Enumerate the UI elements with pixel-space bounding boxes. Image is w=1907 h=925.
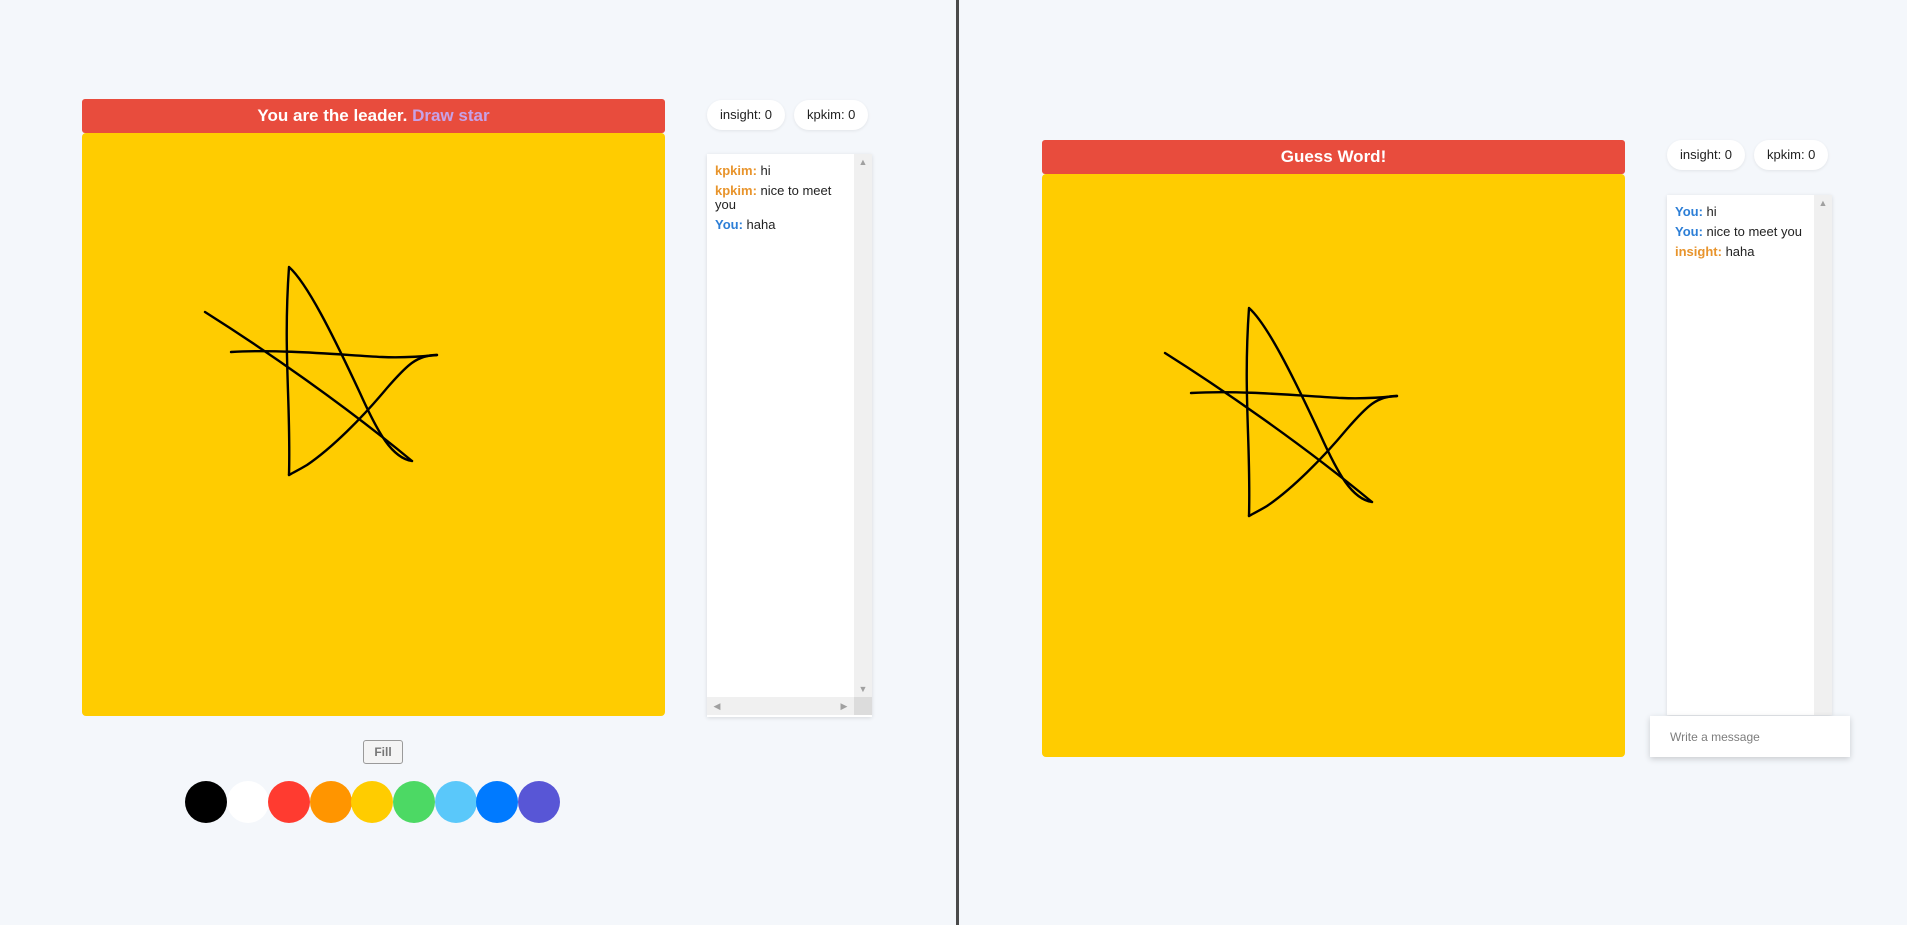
chat-messages: You: hi You: nice to meet you insight: h… <box>1667 195 1813 715</box>
leader-banner: You are the leader. Draw star <box>82 99 665 133</box>
star-drawing <box>203 265 439 477</box>
chat-author: You: <box>715 217 743 232</box>
color-swatch[interactable] <box>393 781 435 823</box>
chat-panel[interactable]: kpkim: hi kpkim: nice to meet you You: h… <box>707 154 872 717</box>
guess-banner: Guess Word! <box>1042 140 1625 174</box>
scroll-down-icon[interactable]: ▼ <box>854 681 872 697</box>
chat-vertical-scrollbar[interactable]: ▲ <box>1814 195 1832 715</box>
fill-button[interactable]: Fill <box>363 740 403 764</box>
chat-text: nice to meet you <box>1706 224 1802 239</box>
chat-text: haha <box>746 217 776 232</box>
chat-message: You: haha <box>715 218 845 232</box>
chat-panel[interactable]: You: hi You: nice to meet you insight: h… <box>1667 195 1832 715</box>
scroll-up-icon[interactable]: ▲ <box>1814 195 1832 211</box>
color-swatch[interactable] <box>517 781 560 823</box>
color-swatch[interactable] <box>185 781 227 823</box>
scroll-right-icon[interactable]: ▶ <box>836 697 852 715</box>
score-kpkim: kpkim: 0 <box>1754 140 1829 170</box>
chat-text: hi <box>760 163 771 178</box>
leader-banner-text: You are the leader. <box>257 106 408 125</box>
chat-author: insight: <box>1675 244 1722 259</box>
message-input[interactable] <box>1650 716 1850 757</box>
chat-message: kpkim: hi <box>715 164 845 178</box>
color-swatch[interactable] <box>351 781 394 823</box>
chat-message: kpkim: nice to meet you <box>715 184 845 212</box>
stroke-3 <box>1189 391 1399 400</box>
stroke-2 <box>203 310 414 463</box>
stroke-1 <box>1245 306 1374 518</box>
chat-message: You: hi <box>1675 205 1805 219</box>
scroll-up-icon[interactable]: ▲ <box>854 154 872 170</box>
color-swatch[interactable] <box>434 781 477 823</box>
leader-word: Draw star <box>412 106 490 125</box>
chat-message: You: nice to meet you <box>1675 225 1805 239</box>
chat-horizontal-scrollbar[interactable]: ◀ ▶ <box>707 697 854 715</box>
stroke-3 <box>229 350 439 359</box>
star-drawing <box>1163 306 1399 518</box>
score-insight: insight: 0 <box>707 100 786 130</box>
score-insight: insight: 0 <box>1667 140 1746 170</box>
color-swatch[interactable] <box>476 781 519 823</box>
stroke-4 <box>287 353 439 477</box>
color-swatch[interactable] <box>226 781 269 823</box>
stroke-2 <box>1163 351 1374 504</box>
chat-message: insight: haha <box>1675 245 1805 259</box>
score-kpkim: kpkim: 0 <box>794 100 869 130</box>
chat-author: kpkim: <box>715 183 757 198</box>
chat-text: haha <box>1725 244 1755 259</box>
color-swatch[interactable] <box>268 781 311 823</box>
guesser-pane: Guess Word! insight: 0 kpkim: 0 You: hi … <box>959 0 1907 925</box>
chat-text: hi <box>1706 204 1717 219</box>
leader-pane: You are the leader. Draw star insight: 0… <box>0 0 956 925</box>
stroke-4 <box>1247 394 1399 518</box>
drawing-canvas[interactable] <box>82 133 665 716</box>
chat-author: You: <box>1675 204 1703 219</box>
chat-author: kpkim: <box>715 163 757 178</box>
scrollbar-corner <box>854 697 872 715</box>
chat-vertical-scrollbar[interactable]: ▲ ▼ <box>854 154 872 697</box>
stroke-1 <box>285 265 414 477</box>
chat-author: You: <box>1675 224 1703 239</box>
guess-canvas <box>1042 174 1625 757</box>
color-swatch[interactable] <box>309 781 352 823</box>
chat-messages: kpkim: hi kpkim: nice to meet you You: h… <box>707 154 853 697</box>
scroll-left-icon[interactable]: ◀ <box>709 697 725 715</box>
